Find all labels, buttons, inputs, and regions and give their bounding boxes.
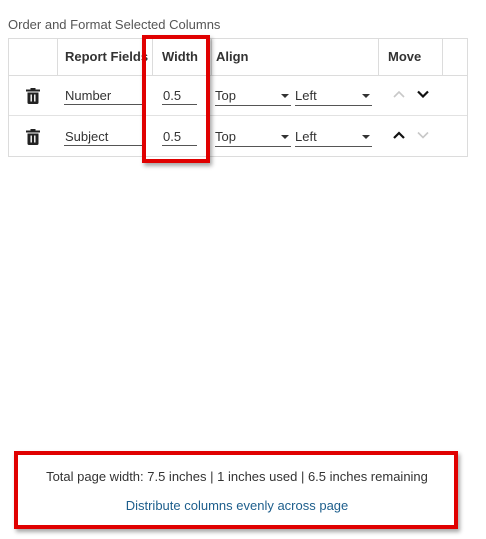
vertical-align-value: Top: [215, 129, 236, 144]
dropdown-caret-icon: [281, 94, 289, 98]
dropdown-caret-icon: [281, 135, 289, 139]
header-align: Align: [216, 49, 249, 64]
move-down-chevron-icon[interactable]: [417, 90, 429, 98]
report-field-input[interactable]: Subject: [64, 127, 142, 146]
trash-icon[interactable]: [26, 129, 40, 145]
page-width-summary: Total page width: 7.5 inches | 1 inches …: [46, 469, 428, 484]
vertical-align-select[interactable]: Top: [215, 127, 291, 147]
header-move: Move: [388, 49, 422, 64]
move-up-chevron-icon[interactable]: [393, 131, 405, 139]
section-title: Order and Format Selected Columns: [8, 17, 221, 32]
trash-icon[interactable]: [26, 88, 40, 104]
table-header: Report Fields Width Align Move: [9, 39, 467, 76]
column-divider: [57, 39, 58, 75]
header-report-fields: Report Fields: [65, 49, 149, 64]
table-row: Subject 0.5 Top Left: [9, 117, 467, 157]
width-column-highlight: [142, 35, 210, 163]
horizontal-align-select[interactable]: Left: [295, 127, 372, 147]
horizontal-align-value: Left: [295, 129, 317, 144]
column-divider: [378, 39, 379, 75]
horizontal-align-value: Left: [295, 88, 317, 103]
move-up-chevron-icon: [393, 90, 405, 98]
distribute-columns-link[interactable]: Distribute columns evenly across page: [18, 498, 456, 513]
vertical-align-value: Top: [215, 88, 236, 103]
table-row: Number 0.5 Top Left: [9, 76, 467, 116]
footer-highlight: [14, 451, 458, 529]
vertical-align-select[interactable]: Top: [215, 86, 291, 106]
column-divider: [211, 39, 212, 75]
columns-table: Report Fields Width Align Move Number 0.…: [8, 38, 468, 157]
dropdown-caret-icon: [362, 135, 370, 139]
report-field-input[interactable]: Number: [64, 86, 142, 105]
dropdown-caret-icon: [362, 94, 370, 98]
move-down-chevron-icon: [417, 131, 429, 139]
horizontal-align-select[interactable]: Left: [295, 86, 372, 106]
column-divider: [442, 39, 443, 75]
